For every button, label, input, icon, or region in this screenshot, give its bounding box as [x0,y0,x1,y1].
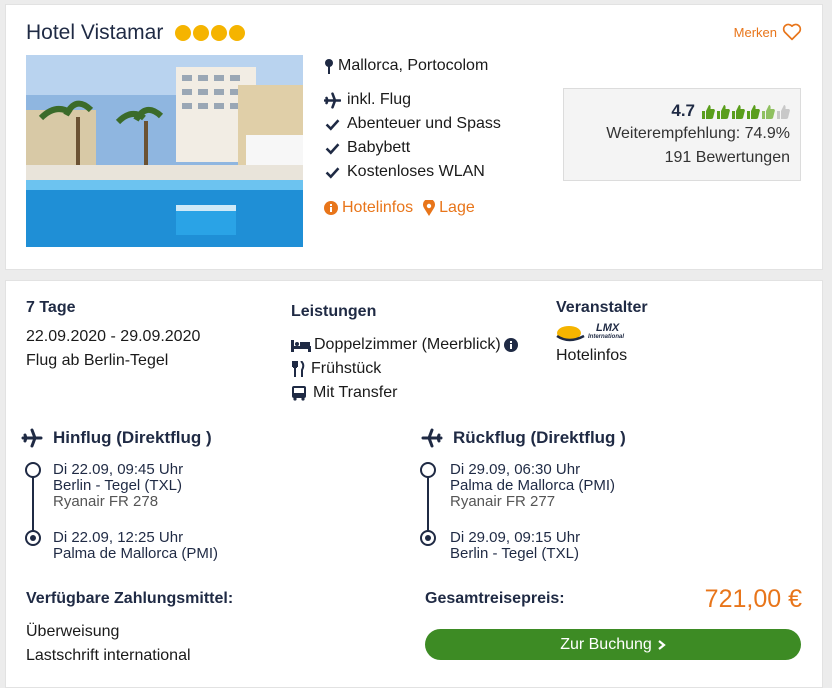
service-transfer: Mit Transfer [291,384,397,402]
outbound-heading: Hinflug (Direktflug ) [21,428,212,448]
feature-item: Babybett [324,139,410,157]
service-meal: Frühstück [291,360,381,378]
payment-title: Verfügbare Zahlungsmittel: [26,590,234,607]
plane-icon [21,428,43,448]
dep-time: Di 29.09, 06:30 Uhr [450,461,581,478]
feature-item: Kostenloses WLAN [324,163,485,181]
info-icon[interactable] [503,338,518,352]
service-room: Doppelzimmer (Meerblick) [291,336,518,354]
total-price-label: Gesamtreisepreis: [425,590,565,607]
thumb-up-icon [762,104,775,119]
outbound-title: Hinflug (Direktflug ) [53,428,212,447]
arrival-dot [420,530,436,546]
bed-icon [291,340,311,352]
service-label: Frühstück [311,360,382,377]
star-icon [211,25,227,41]
rating-score-row: 4.7 [671,101,790,121]
departure-airport: Flug ab Berlin-Tegel [26,352,169,369]
map-marker-icon [423,200,436,216]
dep-time: Di 22.09, 09:45 Uhr [53,461,184,478]
lage-label: Lage [439,199,475,216]
travel-dates: 22.09.2020 - 29.09.2020 [26,328,201,345]
offer-card: 7 Tage 22.09.2020 - 29.09.2020 Flug ab B… [5,280,823,688]
check-icon [325,118,340,131]
bus-icon [292,386,306,401]
return-heading: Rückflug (Direktflug ) [421,428,626,448]
arr-time: Di 29.09, 09:15 Uhr [450,529,581,546]
arr-time: Di 22.09, 12:25 Uhr [53,529,184,546]
plane-icon [324,91,341,109]
thumb-up-icon [747,104,760,119]
departure-dot [25,462,41,478]
star-icon [229,25,245,41]
flight-number: Ryanair FR 277 [450,493,556,510]
service-label: Doppelzimmer (Meerblick) [314,336,501,353]
operator-hotelinfos-link[interactable]: Hotelinfos [556,347,627,365]
service-label: Mit Transfer [313,384,398,401]
arr-place: Palma de Mallorca (PMI) [53,545,219,562]
flight-number: Ryanair FR 278 [53,493,159,510]
feature-label: Babybett [347,139,411,156]
return-arrival: Di 29.09, 09:15 Uhr Berlin - Tegel (TXL) [450,530,580,562]
payment-method: Überweisung [26,623,120,640]
check-icon [325,166,340,179]
thumb-up-icon [717,104,730,119]
operator-logo-subtext: International [588,334,625,340]
map-pin-icon [325,59,333,74]
total-price: 721,00 € [704,585,802,613]
star-icon [175,25,191,41]
chevron-right-icon [658,639,666,650]
return-departure: Di 29.09, 06:30 Uhr Palma de Mallorca (P… [450,462,615,510]
hotel-photo[interactable] [26,55,303,247]
hotel-card: Hotel Vistamar Merken Mallorca, Portocol… [5,4,823,270]
arrival-dot [25,530,41,546]
dep-place: Berlin - Tegel (TXL) [53,477,182,494]
thumb-up-icon [777,104,790,119]
dep-place: Palma de Mallorca (PMI) [450,477,616,494]
operator-logo: LMX International [556,322,636,344]
departure-dot [420,462,436,478]
merken-label: Merken [733,24,777,40]
heart-icon [782,23,802,41]
star-rating [175,25,245,41]
recommendation-rate: Weiterempfehlung: 74.9% [606,125,790,142]
book-button[interactable]: Zur Buchung [425,629,801,660]
check-icon [325,142,340,155]
hotelinfos-link[interactable]: Hotelinfos [324,199,413,217]
book-label: Zur Buchung [560,635,652,653]
duration: 7 Tage [26,299,76,316]
thumb-up-icon [732,104,745,119]
rating-score: 4.7 [671,101,695,120]
location-text: Mallorca, Portocolom [338,57,489,74]
return-title: Rückflug (Direktflug ) [453,428,626,447]
outbound-departure: Di 22.09, 09:45 Uhr Berlin - Tegel (TXL)… [53,462,183,510]
operator-logo-text: LMX [596,322,620,334]
feature-label: Kostenloses WLAN [347,163,485,180]
merken-button[interactable]: Merken [734,23,802,41]
cutlery-icon [292,361,305,377]
plane-landing-icon [421,428,443,448]
lage-link[interactable]: Lage [423,199,475,217]
thumb-up-icon [702,104,715,119]
hotelinfos-label: Hotelinfos [342,199,414,216]
feature-item: Abenteuer und Spass [324,115,501,133]
thumbs-rating [701,104,790,119]
review-count: 191 Bewertungen [664,149,790,166]
rating-box[interactable]: 4.7 Weiterempfehlung: 74.9% 191 Bewertun… [563,88,801,181]
star-icon [193,25,209,41]
services-title: Leistungen [291,303,377,320]
operator-title: Veranstalter [556,299,648,316]
feature-flight: inkl. Flug [324,91,411,109]
feature-label: inkl. Flug [347,91,412,108]
hotel-name[interactable]: Hotel Vistamar [26,21,163,45]
hotel-links: Hotelinfos Lage [324,199,475,217]
hotel-location: Mallorca, Portocolom [324,57,488,75]
info-icon [324,201,338,215]
feature-label: Abenteuer und Spass [347,115,501,132]
outbound-arrival: Di 22.09, 12:25 Uhr Palma de Mallorca (P… [53,530,218,562]
arr-place: Berlin - Tegel (TXL) [450,545,579,562]
payment-method: Lastschrift international [26,647,191,664]
